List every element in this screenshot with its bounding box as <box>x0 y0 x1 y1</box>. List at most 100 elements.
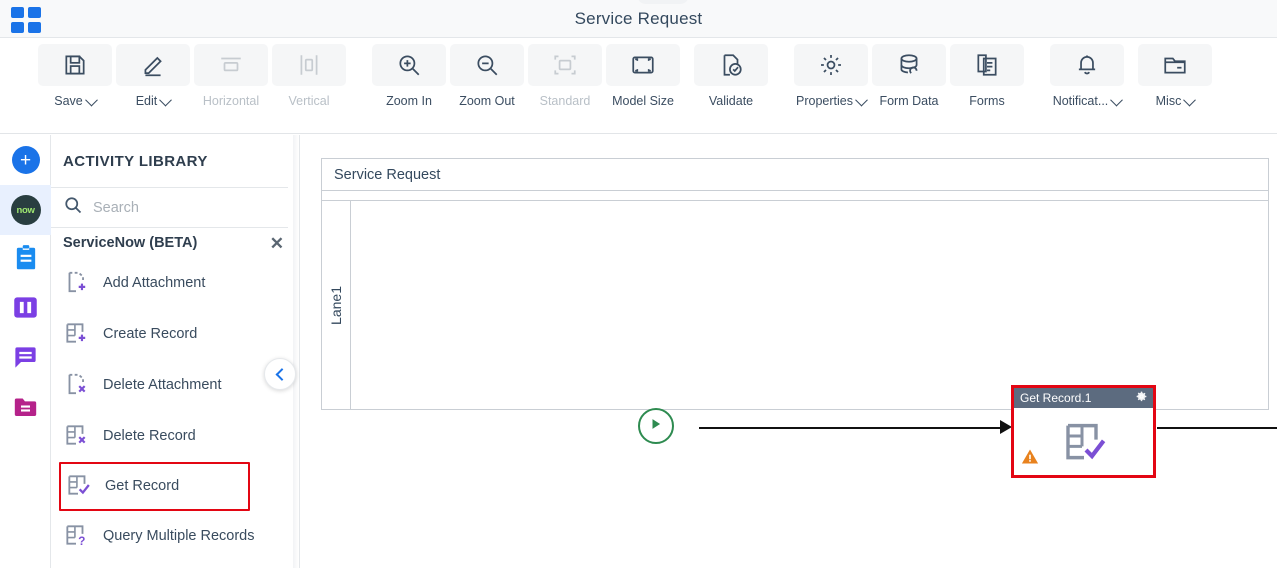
chevron-down-icon <box>1183 93 1197 106</box>
notifications-button[interactable]: Notificat... <box>1048 38 1126 122</box>
now-logo-icon: now <box>10 195 41 225</box>
activity-item-add-attachment[interactable]: Add Attachment <box>51 258 298 309</box>
task-header: Get Record.1 <box>1014 388 1153 408</box>
zoom-out-icon <box>450 44 524 86</box>
warning-triangle-icon <box>1021 448 1039 470</box>
zoom-in-button[interactable]: Zoom In <box>370 38 448 122</box>
speech-bubble-icon <box>12 344 39 376</box>
play-icon <box>649 417 663 436</box>
search-input[interactable]: Search <box>51 188 288 228</box>
gear-icon[interactable] <box>1135 390 1148 406</box>
gear-icon <box>794 44 868 86</box>
folder-lines-icon <box>12 394 39 426</box>
clipboard-icon <box>13 244 39 277</box>
start-event[interactable] <box>638 408 674 444</box>
title-bar: Service Request <box>0 0 1277 38</box>
horizontal-button[interactable]: Horizontal <box>192 38 270 122</box>
form-data-button[interactable]: Form Data <box>870 38 948 122</box>
activity-item-create-record[interactable]: Create Record <box>51 309 298 360</box>
chevron-left-icon <box>275 367 288 381</box>
sequence-flow-task-to-end <box>1157 427 1277 429</box>
standard-button[interactable]: Standard <box>526 38 604 122</box>
lane-label-text: Lane1 <box>328 285 344 325</box>
pool-strip <box>322 191 1268 201</box>
page-title: Service Request <box>574 9 703 28</box>
horizontal-label: Horizontal <box>202 94 260 108</box>
database-icon <box>872 44 946 86</box>
activity-item-delete-attachment[interactable]: Delete Attachment <box>51 360 298 411</box>
edit-button[interactable]: Edit <box>114 38 192 122</box>
chevron-down-icon <box>84 93 98 106</box>
diagram-canvas[interactable]: Service Request Lane1 Get Record.1 <box>299 135 1277 568</box>
bell-icon <box>1050 44 1124 86</box>
activity-label: Get Record <box>105 478 180 495</box>
properties-button[interactable]: Properties <box>792 38 870 122</box>
activity-label: Delete Record <box>103 428 196 445</box>
activity-item-delete-record[interactable]: Delete Record <box>51 411 298 462</box>
edit-label: Edit <box>135 94 158 108</box>
delete-attachment-icon <box>63 371 89 401</box>
get-record-icon <box>1059 417 1109 470</box>
activity-label: Query Multiple Records <box>103 528 255 545</box>
plus-circle-icon: + <box>11 146 40 174</box>
model-size-icon <box>606 44 680 86</box>
rail-columns-button[interactable] <box>0 285 51 335</box>
misc-button[interactable]: Misc <box>1136 38 1214 122</box>
search-icon <box>63 195 83 220</box>
group-header-servicenow[interactable]: ServiceNow (BETA) ✕ <box>51 228 298 258</box>
forms-label: Forms <box>969 94 1005 108</box>
group-label: ServiceNow (BETA) <box>63 235 198 251</box>
vertical-label: Vertical <box>288 94 330 108</box>
standard-size-icon <box>528 44 602 86</box>
zoom-out-button[interactable]: Zoom Out <box>448 38 526 122</box>
toolbar: Save Edit Horizontal Vertical Zoom In Zo… <box>0 38 1277 134</box>
rail-comments-button[interactable] <box>0 335 51 385</box>
misc-label: Misc <box>1155 94 1182 108</box>
collapse-panel-button[interactable] <box>264 358 296 390</box>
model-size-label: Model Size <box>612 94 674 108</box>
svg-text:?: ? <box>78 533 85 547</box>
form-data-label: Form Data <box>879 94 939 108</box>
pool-title: Service Request <box>322 159 1268 191</box>
save-button[interactable]: Save <box>36 38 114 122</box>
validate-button[interactable]: Validate <box>692 38 770 122</box>
search-placeholder: Search <box>93 199 139 216</box>
activity-label: Delete Attachment <box>103 377 222 394</box>
rail-add-button[interactable]: + <box>0 135 51 185</box>
forms-icon <box>950 44 1024 86</box>
rail-folder-button[interactable] <box>0 385 51 435</box>
task-get-record-1[interactable]: Get Record.1 <box>1011 385 1156 478</box>
activity-item-get-record[interactable]: Get Record <box>59 462 250 511</box>
add-attachment-icon <box>63 269 89 299</box>
chevron-down-icon <box>159 93 173 106</box>
standard-label: Standard <box>539 94 591 108</box>
activity-library-panel: ACTIVITY LIBRARY Search ServiceNow (BETA… <box>51 135 299 568</box>
query-records-icon: ? <box>63 522 89 552</box>
lane-label[interactable]: Lane1 <box>322 201 351 409</box>
model-size-button[interactable]: Model Size <box>604 38 682 122</box>
chevron-down-icon <box>855 93 868 106</box>
pool[interactable]: Service Request Lane1 <box>321 158 1269 410</box>
get-record-icon <box>65 472 91 502</box>
activity-item-query-multiple-records[interactable]: ? Query Multiple Records <box>51 511 298 562</box>
chevron-down-icon <box>1110 93 1124 106</box>
forms-button[interactable]: Forms <box>948 38 1026 122</box>
activity-label: Add Attachment <box>103 275 206 292</box>
save-icon <box>38 44 112 86</box>
vertical-icon <box>272 44 346 86</box>
properties-label: Properties <box>796 94 853 108</box>
rail-clipboard-button[interactable] <box>0 235 51 285</box>
task-body <box>1014 408 1153 475</box>
horizontal-icon <box>194 44 268 86</box>
close-icon[interactable]: ✕ <box>270 235 284 252</box>
sequence-flow-start-to-task <box>699 427 1004 429</box>
panel-title: ACTIVITY LIBRARY <box>51 135 288 188</box>
columns-icon <box>12 294 39 326</box>
rail-servicenow-button[interactable]: now <box>0 185 51 235</box>
validate-label: Validate <box>708 94 754 108</box>
vertical-button[interactable]: Vertical <box>270 38 348 122</box>
icon-rail: + now <box>0 135 51 568</box>
zoom-out-label: Zoom Out <box>459 94 515 108</box>
pencil-icon <box>116 44 190 86</box>
zoom-in-label: Zoom In <box>386 94 432 108</box>
